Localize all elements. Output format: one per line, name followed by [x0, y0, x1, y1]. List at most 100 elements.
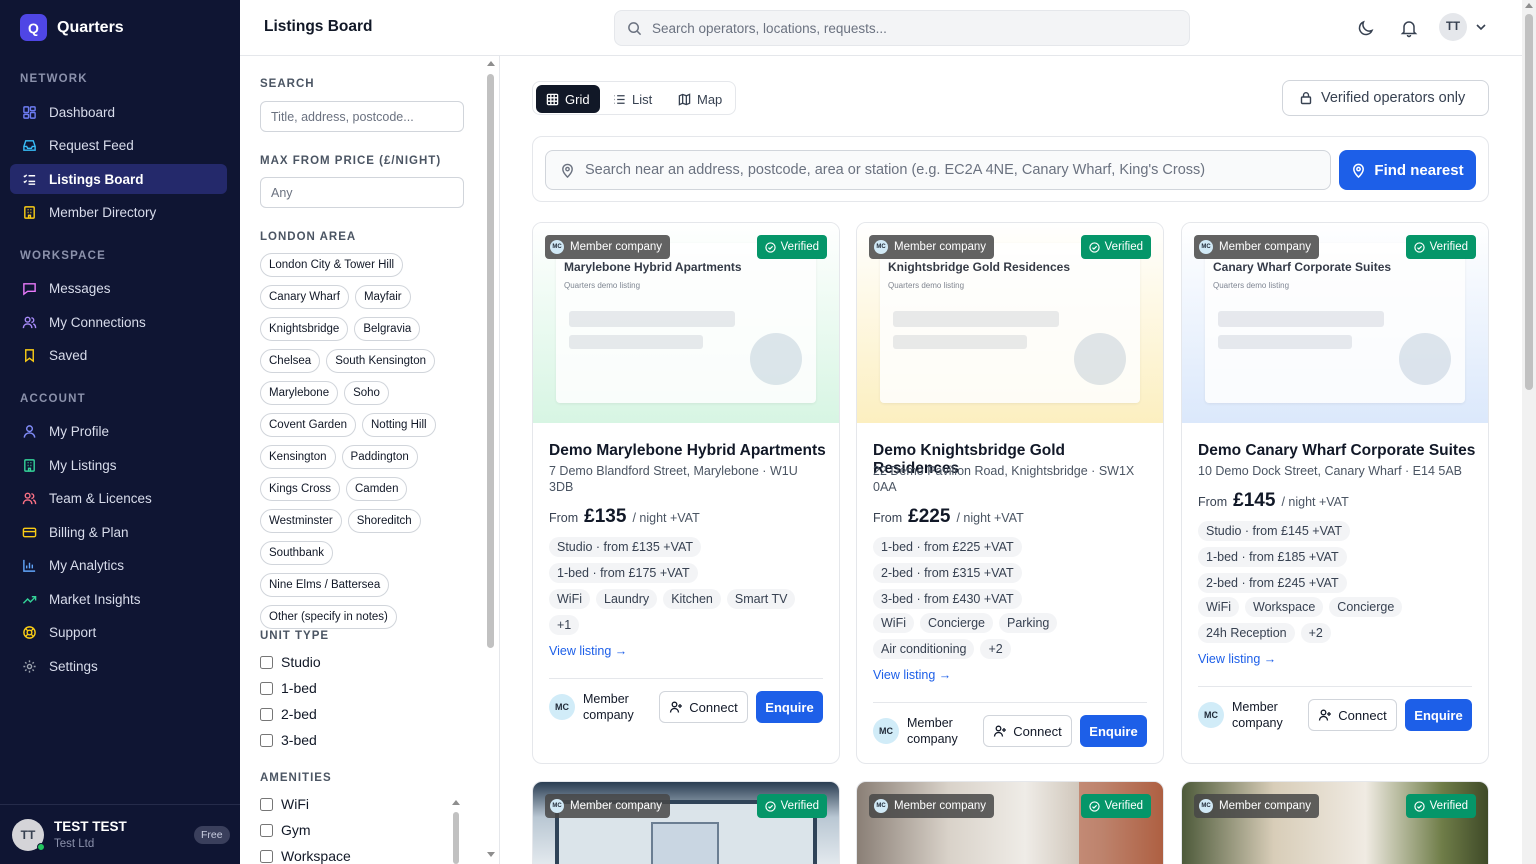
area-chip[interactable]: Marylebone: [260, 381, 339, 405]
scrollbar-thumb[interactable]: [487, 74, 494, 648]
page-scrollbar[interactable]: [1522, 0, 1536, 864]
area-chip[interactable]: Westminster: [260, 509, 342, 533]
chevron-down-icon[interactable]: [1474, 20, 1488, 34]
unit-type-option[interactable]: 1-bed: [260, 680, 317, 696]
area-chip[interactable]: Other (specify in notes): [260, 605, 397, 629]
sidebar-item-dashboard[interactable]: Dashboard: [10, 97, 227, 127]
sidebar-item-saved[interactable]: Saved: [10, 340, 227, 370]
moon-icon[interactable]: [1356, 18, 1376, 38]
scroll-down-arrow[interactable]: [487, 852, 495, 857]
enquire-button[interactable]: Enquire: [1080, 715, 1147, 747]
checkbox[interactable]: [260, 797, 273, 811]
sidebar-item-request-feed[interactable]: Request Feed: [10, 130, 227, 160]
view-listing-link[interactable]: View listing →: [873, 668, 951, 682]
area-chip[interactable]: Knightsbridge: [260, 317, 349, 341]
view-listing-link[interactable]: View listing →: [1198, 652, 1276, 666]
near-search-input[interactable]: [585, 162, 1325, 178]
area-chip[interactable]: Soho: [344, 381, 389, 405]
area-chip[interactable]: Notting Hill: [362, 413, 436, 437]
listing-card[interactable]: Canary Wharf Corporate Suites Quarters d…: [1181, 222, 1489, 764]
sidebar-item-team-licences[interactable]: Team & Licences: [10, 483, 227, 513]
user-footer[interactable]: TT TEST TEST Test Ltd Free: [0, 804, 240, 864]
sidebar-item-billing-plan[interactable]: Billing & Plan: [10, 517, 227, 547]
page-scroll-up-arrow[interactable]: [1525, 3, 1533, 8]
sidebar-item-support[interactable]: Support: [10, 617, 227, 647]
unit-type-option[interactable]: Studio: [260, 654, 321, 670]
area-chip[interactable]: Shoreditch: [347, 509, 421, 533]
area-chip[interactable]: Nine Elms / Battersea: [260, 573, 390, 597]
checkbox[interactable]: [260, 681, 273, 695]
global-search[interactable]: [614, 10, 1190, 46]
area-chip[interactable]: Southbank: [260, 541, 333, 565]
amenity-option[interactable]: Gym: [260, 822, 311, 838]
max-price-input[interactable]: [260, 177, 464, 208]
area-chip[interactable]: Mayfair: [354, 285, 411, 309]
view-grid-button[interactable]: Grid: [536, 85, 600, 113]
listing-card[interactable]: MC Member company Verified: [1181, 781, 1489, 864]
view-map-button[interactable]: Map: [668, 85, 732, 113]
checkbox[interactable]: [260, 655, 273, 669]
amenity-option[interactable]: WiFi: [260, 796, 309, 812]
area-chip[interactable]: Camden: [346, 477, 408, 501]
listing-card[interactable]: Marylebone Hybrid Apartments Quarters de…: [532, 222, 840, 764]
near-search-field[interactable]: [545, 150, 1331, 190]
listing-title[interactable]: Demo Marylebone Hybrid Apartments: [549, 442, 829, 460]
area-chip[interactable]: Covent Garden: [260, 413, 356, 437]
brand[interactable]: Q Quarters: [20, 14, 124, 41]
area-chip[interactable]: Paddington: [341, 445, 418, 469]
find-nearest-button[interactable]: Find nearest: [1339, 150, 1476, 190]
scroll-up-arrow[interactable]: [487, 61, 495, 66]
listing-thumbnail[interactable]: Knightsbridge Gold Residences Quarters d…: [857, 223, 1163, 423]
area-chip[interactable]: Chelsea: [260, 349, 321, 373]
listing-title[interactable]: Demo Canary Wharf Corporate Suites: [1198, 442, 1478, 460]
unit-type-option[interactable]: 2-bed: [260, 706, 317, 722]
view-list-button[interactable]: List: [603, 85, 662, 113]
listing-thumbnail[interactable]: Marylebone Hybrid Apartments Quarters de…: [533, 223, 839, 423]
verified-only-toggle[interactable]: Verified operators only: [1282, 80, 1489, 116]
search-input[interactable]: [652, 20, 1152, 36]
sidebar-item-my-profile[interactable]: My Profile: [10, 416, 227, 446]
operator-name[interactable]: Member company: [907, 715, 977, 747]
user-avatar[interactable]: TT: [1439, 13, 1467, 41]
sidebar-item-member-directory[interactable]: Member Directory: [10, 197, 227, 227]
amenity-option[interactable]: Workspace: [260, 848, 351, 864]
wall-art-placeholder: [651, 822, 719, 864]
checkbox[interactable]: [260, 823, 273, 837]
badge-label: Verified: [1104, 241, 1143, 253]
sidebar-item-my-listings[interactable]: My Listings: [10, 450, 227, 480]
operator-name[interactable]: Member company: [583, 691, 653, 723]
listing-card[interactable]: MC Member company Verified: [856, 781, 1164, 864]
view-listing-link[interactable]: View listing →: [549, 644, 627, 658]
listing-card[interactable]: Knightsbridge Gold Residences Quarters d…: [856, 222, 1164, 764]
sidebar-item-my-analytics[interactable]: My Analytics: [10, 550, 227, 580]
area-chip[interactable]: South Kensington: [326, 349, 435, 373]
area-chip[interactable]: Canary Wharf: [260, 285, 349, 309]
amenities-scroll-up-arrow[interactable]: [452, 800, 460, 805]
checkbox[interactable]: [260, 733, 273, 747]
connect-button[interactable]: Connect: [1308, 699, 1397, 731]
sidebar-item-messages[interactable]: Messages: [10, 273, 227, 303]
enquire-button[interactable]: Enquire: [1405, 699, 1472, 731]
filter-scrollbar[interactable]: [487, 60, 495, 656]
connect-button[interactable]: Connect: [983, 715, 1072, 747]
connect-button[interactable]: Connect: [659, 691, 748, 723]
area-chip[interactable]: Kings Cross: [260, 477, 340, 501]
area-chip[interactable]: Belgravia: [354, 317, 421, 341]
checkbox[interactable]: [260, 849, 273, 863]
area-chip[interactable]: Kensington: [260, 445, 336, 469]
page-scrollbar-thumb[interactable]: [1525, 14, 1533, 390]
listing-search-input[interactable]: [260, 101, 464, 132]
area-chip[interactable]: London City & Tower Hill: [260, 253, 404, 277]
sidebar-item-my-connections[interactable]: My Connections: [10, 307, 227, 337]
checkbox[interactable]: [260, 707, 273, 721]
enquire-button[interactable]: Enquire: [756, 691, 823, 723]
amenities-scrollbar-thumb[interactable]: [453, 812, 459, 864]
sidebar-item-market-insights[interactable]: Market Insights: [10, 584, 227, 614]
operator-name[interactable]: Member company: [1232, 699, 1302, 731]
bell-icon[interactable]: [1399, 18, 1419, 38]
listing-thumbnail[interactable]: Canary Wharf Corporate Suites Quarters d…: [1182, 223, 1488, 423]
sidebar-item-listings-board[interactable]: Listings Board: [10, 164, 227, 194]
listing-card[interactable]: MC Member company Verified: [532, 781, 840, 864]
unit-type-option[interactable]: 3-bed: [260, 732, 317, 748]
sidebar-item-settings[interactable]: Settings: [10, 651, 227, 681]
